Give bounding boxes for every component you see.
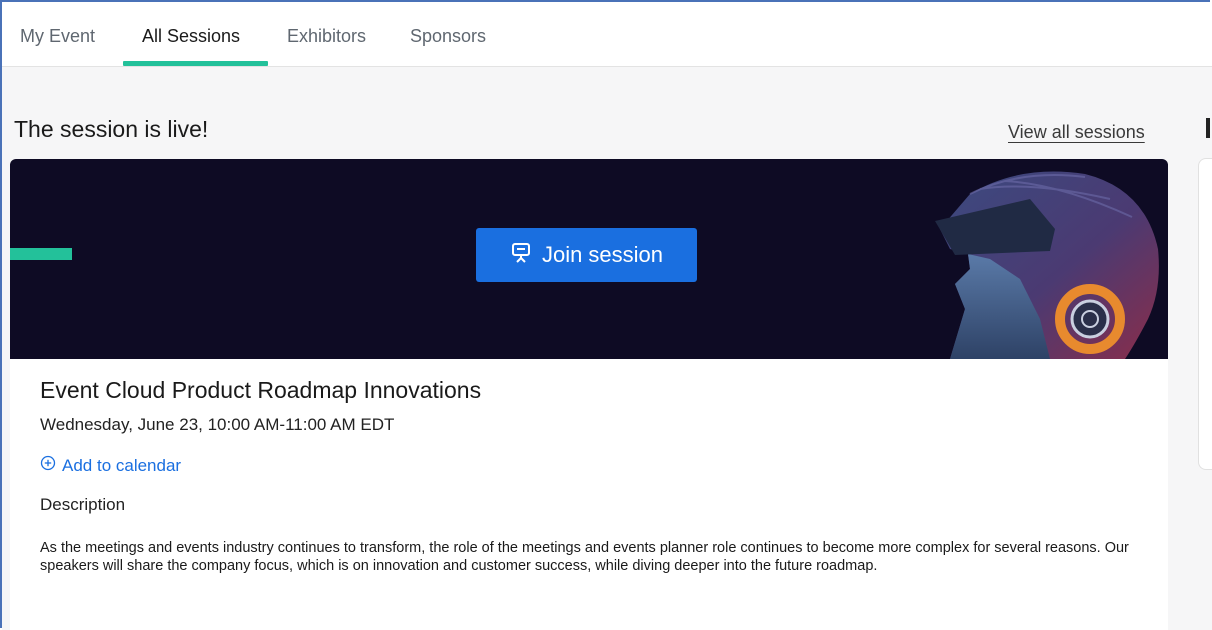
tab-exhibitors[interactable]: Exhibitors — [287, 26, 366, 47]
page-headline: The session is live! — [14, 116, 209, 142]
right-panel-heading-fragment — [1206, 118, 1210, 138]
tab-all-sessions[interactable]: All Sessions — [142, 26, 240, 47]
right-panel-card — [1198, 158, 1212, 470]
join-session-button[interactable]: Join session — [476, 228, 697, 282]
helmet-illustration — [935, 171, 1159, 359]
session-banner: Join session — [10, 159, 1168, 359]
tab-sponsors[interactable]: Sponsors — [410, 26, 486, 47]
session-card: Join session Event Cloud Product Roadmap… — [10, 159, 1168, 630]
join-session-label: Join session — [541, 242, 664, 267]
plus-circle-icon — [40, 455, 56, 476]
session-datetime: Wednesday, June 23, 10:00 AM-11:00 AM ED… — [40, 415, 395, 434]
session-title: Event Cloud Product Roadmap Innovations — [40, 377, 482, 403]
tab-bar: My Event All Sessions Exhibitors Sponsor… — [2, 2, 1212, 67]
add-to-calendar-link[interactable]: Add to calendar — [40, 455, 181, 476]
add-to-calendar-label: Add to calendar — [62, 455, 182, 475]
active-tab-indicator — [123, 61, 268, 66]
view-all-sessions-link[interactable]: View all sessions — [1008, 122, 1145, 143]
session-description: As the meetings and events industry cont… — [40, 540, 1129, 574]
banner-accent-bar — [10, 248, 72, 260]
description-heading: Description — [40, 495, 126, 514]
tab-my-event[interactable]: My Event — [20, 26, 95, 47]
presentation-screen-icon — [510, 241, 532, 269]
